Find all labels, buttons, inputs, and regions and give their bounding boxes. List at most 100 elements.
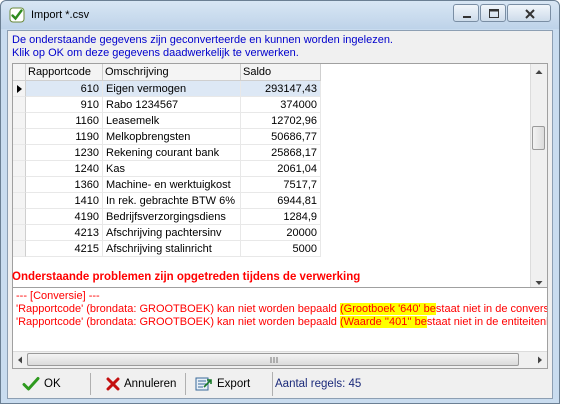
problems-title: Onderstaande problemen zijn opgetreden t… xyxy=(12,271,361,283)
table-row[interactable]: 610 Eigen vermogen 293147,43 xyxy=(13,81,533,97)
cell-rapportcode[interactable]: 1230 xyxy=(26,145,103,161)
cell-omschrijving[interactable]: Rekening courant bank xyxy=(103,145,241,161)
export-label: Export xyxy=(217,378,251,390)
problem-line-1-rest: staat niet in de conversi xyxy=(435,303,548,315)
problems-memo[interactable]: --- [Conversie] --- 'Rapportcode' (brond… xyxy=(12,287,548,369)
annuleren-label: Annuleren xyxy=(124,378,177,390)
cell-omschrijving[interactable]: Kas xyxy=(103,161,241,177)
row-indicator[interactable] xyxy=(13,225,26,241)
cell-omschrijving[interactable]: Afschrijving pachtersinv xyxy=(103,225,241,241)
cell-saldo[interactable]: 20000 xyxy=(241,225,321,241)
window-title: Import *.csv xyxy=(31,9,90,21)
cell-saldo[interactable]: 6944,81 xyxy=(241,193,321,209)
grid-scroll-thumb[interactable] xyxy=(532,126,545,150)
cell-saldo[interactable]: 25868,17 xyxy=(241,145,321,161)
close-icon xyxy=(525,9,535,19)
column-header-rapportcode[interactable]: Rapportcode xyxy=(26,64,103,81)
table-row[interactable]: 4213 Afschrijving pachtersinv 20000 xyxy=(13,225,533,241)
problem-line-2-highlight: (Waarde ''401'' be xyxy=(339,316,427,328)
problems-header-line: --- [Conversie] --- xyxy=(16,290,100,302)
row-indicator[interactable] xyxy=(13,129,26,145)
table-row[interactable]: 4190 Bedrijfsverzorgingsdiens 1284,9 xyxy=(13,209,533,225)
cell-saldo[interactable]: 7517,7 xyxy=(241,177,321,193)
annuleren-button[interactable]: Annuleren xyxy=(105,372,183,396)
problem-line-2-text: 'Rapportcode' (brondata: GROOTBOEK) kan … xyxy=(16,316,340,328)
cell-saldo[interactable]: 1284,9 xyxy=(241,209,321,225)
export-button[interactable]: Export xyxy=(195,372,261,396)
cell-saldo[interactable]: 374000 xyxy=(241,97,321,113)
cancel-x-icon xyxy=(106,377,120,391)
cell-omschrijving[interactable]: Machine- en werktuigkost xyxy=(103,177,241,193)
cell-saldo[interactable]: 50686,77 xyxy=(241,129,321,145)
problem-line-1: 'Rapportcode' (brondata: GROOTBOEK) kan … xyxy=(16,303,548,316)
export-icon xyxy=(195,377,212,391)
table-row[interactable]: 1230 Rekening courant bank 25868,17 xyxy=(13,145,533,161)
dialog-body: De onderstaande gegevens zijn geconverte… xyxy=(7,30,553,399)
row-indicator[interactable] xyxy=(13,145,26,161)
scroll-up-arrow-icon[interactable] xyxy=(532,65,546,79)
cell-saldo[interactable]: 2061,04 xyxy=(241,161,321,177)
cell-omschrijving[interactable]: Bedrijfsverzorgingsdiens xyxy=(103,209,241,225)
ok-button[interactable]: OK xyxy=(22,372,82,396)
problems-horizontal-scrollbar[interactable] xyxy=(13,351,547,368)
problem-line-2-rest: staat niet in de entiteitenl xyxy=(426,316,548,328)
cell-rapportcode[interactable]: 1160 xyxy=(26,113,103,129)
column-header-omschrijving[interactable]: Omschrijving xyxy=(103,64,241,81)
table-row[interactable]: 1190 Melkopbrengsten 50686,77 xyxy=(13,129,533,145)
cell-rapportcode[interactable]: 4215 xyxy=(26,241,103,257)
problem-line-2: 'Rapportcode' (brondata: GROOTBOEK) kan … xyxy=(16,316,548,329)
cell-saldo[interactable]: 293147,43 xyxy=(241,81,321,97)
checkmark-app-icon xyxy=(9,7,25,23)
minimize-button[interactable] xyxy=(453,4,479,22)
current-row-indicator[interactable] xyxy=(13,81,26,97)
row-indicator[interactable] xyxy=(13,241,26,257)
grid-vertical-scrollbar[interactable] xyxy=(530,64,547,292)
row-indicator[interactable] xyxy=(13,113,26,129)
row-count: Aantal regels: 45 xyxy=(272,372,361,396)
cell-omschrijving[interactable]: Leasemelk xyxy=(103,113,241,129)
minimize-icon xyxy=(463,16,471,18)
cell-rapportcode[interactable]: 1410 xyxy=(26,193,103,209)
row-indicator[interactable] xyxy=(13,97,26,113)
table-row[interactable]: 1160 Leasemelk 12702,96 xyxy=(13,113,533,129)
cell-rapportcode[interactable]: 4213 xyxy=(26,225,103,241)
cell-rapportcode[interactable]: 610 xyxy=(26,81,103,97)
data-grid[interactable]: Rapportcode Omschrijving Saldo 610 Eigen … xyxy=(12,63,548,293)
row-indicator[interactable] xyxy=(13,161,26,177)
info-line-1: De onderstaande gegevens zijn geconverte… xyxy=(12,34,393,46)
cell-rapportcode[interactable]: 910 xyxy=(26,97,103,113)
close-button[interactable] xyxy=(507,4,551,22)
cell-omschrijving[interactable]: In rek. gebrachte BTW 6% xyxy=(103,193,241,209)
cell-rapportcode[interactable]: 4190 xyxy=(26,209,103,225)
cell-rapportcode[interactable]: 1240 xyxy=(26,161,103,177)
cell-omschrijving[interactable]: Eigen vermogen xyxy=(103,81,241,97)
problems-scroll-thumb[interactable] xyxy=(27,353,519,366)
cell-rapportcode[interactable]: 1360 xyxy=(26,177,103,193)
maximize-button[interactable] xyxy=(480,4,506,22)
scroll-left-arrow-icon[interactable] xyxy=(14,353,26,367)
cell-rapportcode[interactable]: 1190 xyxy=(26,129,103,145)
cell-saldo[interactable]: 12702,96 xyxy=(241,113,321,129)
title-bar: Import *.csv xyxy=(1,1,559,29)
scroll-right-arrow-icon[interactable] xyxy=(534,353,546,367)
cell-omschrijving[interactable]: Afschrijving stalinricht xyxy=(103,241,241,257)
row-indicator[interactable] xyxy=(13,209,26,225)
toolbar-separator xyxy=(90,373,91,395)
problem-line-1-highlight: (Grootboek '640' be xyxy=(339,303,436,315)
row-pointer-icon xyxy=(17,85,22,93)
row-indicator[interactable] xyxy=(13,177,26,193)
table-row[interactable]: 4215 Afschrijving stalinricht 5000 xyxy=(13,241,533,257)
grid-corner xyxy=(13,64,26,81)
cell-omschrijving[interactable]: Melkopbrengsten xyxy=(103,129,241,145)
info-line-2: Klik op OK om deze gegevens daadwerkelij… xyxy=(12,47,299,59)
table-row[interactable]: 910 Rabo 1234567 374000 xyxy=(13,97,533,113)
ok-label: OK xyxy=(44,378,61,390)
table-row[interactable]: 1360 Machine- en werktuigkost 7517,7 xyxy=(13,177,533,193)
row-indicator[interactable] xyxy=(13,193,26,209)
column-header-saldo[interactable]: Saldo xyxy=(241,64,321,81)
bottom-toolbar: OK Annuleren Export Aantal regels: 45 xyxy=(12,371,548,397)
table-row[interactable]: 1240 Kas 2061,04 xyxy=(13,161,533,177)
table-row[interactable]: 1410 In rek. gebrachte BTW 6% 6944,81 xyxy=(13,193,533,209)
cell-omschrijving[interactable]: Rabo 1234567 xyxy=(103,97,241,113)
cell-saldo[interactable]: 5000 xyxy=(241,241,321,257)
